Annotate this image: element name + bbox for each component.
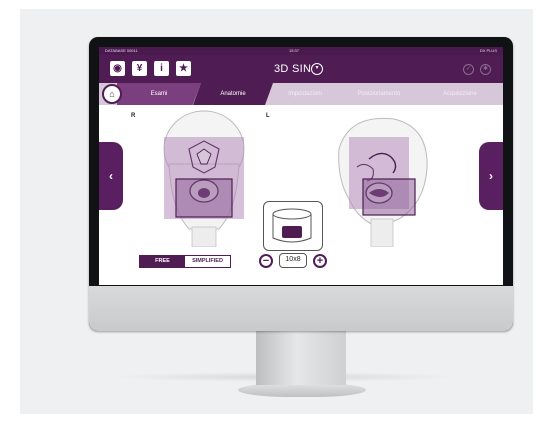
lateral-collimation-inner [362, 178, 416, 216]
next-view-button[interactable]: › [479, 142, 503, 210]
confirm-button[interactable]: ✓ [463, 64, 474, 75]
minus-icon: − [262, 255, 270, 267]
plus-icon: + [316, 255, 324, 267]
eye-icon: ◉ [113, 63, 122, 74]
label-right-side: R [131, 113, 136, 119]
decrease-size-button[interactable]: − [259, 254, 273, 268]
tab-anatomie[interactable]: Anatomie [193, 83, 273, 105]
top-toolbar: ◉ ¥ i ★ 3D SIN ▾ ✓ ✱ [99, 55, 503, 83]
user-button[interactable]: ¥ [132, 61, 147, 76]
monitor-chin [89, 286, 513, 331]
mode-title: 3D SIN [274, 63, 312, 75]
tab-impostazioni[interactable]: Impostazioni [265, 83, 345, 105]
previous-view-button[interactable]: ‹ [99, 142, 123, 210]
home-icon: ⌂ [109, 89, 115, 99]
chevron-right-icon: › [489, 169, 493, 183]
detector-icon [272, 208, 312, 243]
workflow-tabs: Esami Anatomie Impostazioni Posizionamen… [99, 83, 503, 105]
star-icon: ★ [179, 63, 188, 74]
collimation-area-inner [175, 178, 233, 218]
chevron-left-icon: ‹ [109, 169, 113, 183]
frontal-skull-view[interactable] [149, 109, 259, 247]
settings-button[interactable]: ✱ [480, 64, 491, 75]
screen: DATABASE 00011 15:37 DX PLUS ◉ ¥ i ★ 3D … [99, 47, 503, 285]
tab-acquisizione[interactable]: Acquisizione [417, 83, 503, 105]
detector-size-widget [263, 201, 323, 251]
mode-toggle: FREE SIMPLIFIED [139, 255, 231, 268]
label-left-side: L [266, 113, 270, 119]
user-icon: ¥ [136, 63, 143, 74]
status-database: DATABASE 00011 [105, 48, 138, 53]
tab-posizionamento[interactable]: Posizionamento [337, 83, 421, 105]
info-button[interactable]: i [154, 61, 169, 76]
mode-simplified-button[interactable]: SIMPLIFIED [185, 256, 230, 267]
check-icon: ✓ [465, 66, 472, 72]
info-icon: i [160, 63, 163, 74]
tab-esami[interactable]: Esami [117, 83, 201, 105]
monitor-base [238, 383, 366, 397]
status-bar: DATABASE 00011 15:37 DX PLUS [99, 47, 503, 55]
mode-free-button[interactable]: FREE [140, 256, 185, 267]
eye-button[interactable]: ◉ [110, 61, 125, 76]
monitor-stand [256, 331, 346, 385]
home-button[interactable]: ⌂ [102, 84, 122, 104]
status-clock: 15:37 [289, 48, 300, 53]
detector-size-value: 10x8 [279, 253, 307, 268]
mode-dropdown-button[interactable]: ▾ [311, 63, 323, 75]
increase-size-button[interactable]: + [313, 254, 327, 268]
gear-icon: ✱ [482, 66, 489, 72]
chevron-down-icon: ▾ [315, 65, 319, 71]
status-device: DX PLUS [479, 48, 497, 53]
favorite-button[interactable]: ★ [176, 61, 191, 76]
lateral-skull-view[interactable] [319, 109, 439, 247]
